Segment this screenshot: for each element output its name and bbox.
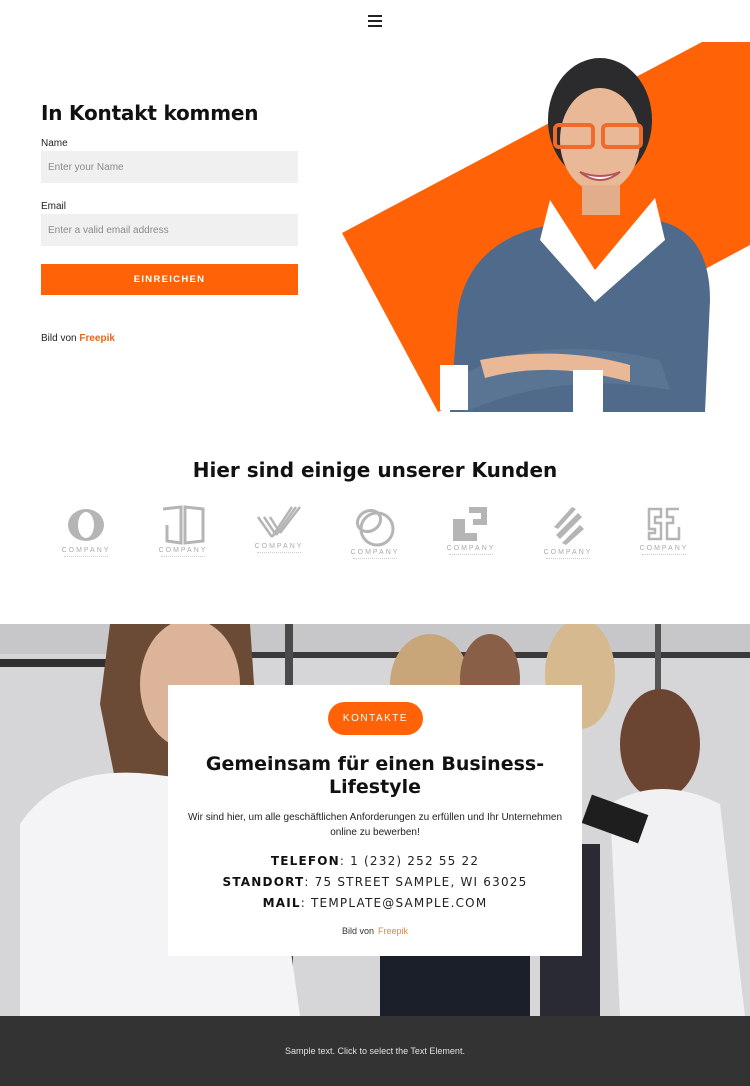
name-input[interactable] (41, 151, 298, 183)
location-label: STANDORT (222, 875, 305, 889)
email-label: Email (41, 201, 67, 212)
hero-illustration (342, 42, 750, 412)
open-book-logo-icon (162, 505, 205, 545)
hero-image (330, 40, 750, 415)
client-logo: COMPANY (538, 505, 598, 567)
client-logo: COMPANY (441, 505, 501, 567)
client-logo: COMPANY (56, 505, 116, 567)
oval-swoosh-logo-icon (68, 509, 104, 541)
client-logo: COMPANY (249, 505, 309, 567)
card-credit-prefix: Bild von (341, 926, 374, 936)
name-label: Name (41, 138, 68, 149)
email-input[interactable] (41, 214, 298, 246)
submit-button[interactable]: EINREICHEN (41, 264, 298, 295)
striped-v-logo-icon (256, 506, 301, 538)
card-freepik-link[interactable]: Freepik (378, 926, 408, 936)
card-image-credit: Bild von Freepik (168, 926, 582, 936)
header (0, 0, 750, 42)
clients-title: Hier sind einige unserer Kunden (192, 458, 558, 482)
card-title: Gemeinsam für einen Business-Lifestyle (205, 753, 545, 798)
phone-label: TELEFON (270, 854, 340, 868)
location-value: : 75 STREET SAMPLE, WI 63025 (304, 875, 528, 889)
image-credit: Bild von Freepik (41, 333, 115, 344)
phone-line: TELEFON: 1 (232) 252 55 22 (168, 854, 582, 868)
client-logo: COMPANY (345, 505, 405, 567)
mirrored-brackets-logo-icon (647, 507, 681, 541)
hamburger-menu-icon[interactable] (368, 15, 382, 27)
mail-label: MAIL (262, 896, 301, 910)
mail-line: MAIL: TEMPLATE@SAMPLE.COM (168, 896, 582, 910)
client-logo: COMPANY (153, 505, 213, 567)
client-logo: COMPANY (634, 505, 694, 567)
stepped-squares-logo-icon (453, 507, 487, 541)
client-logos: COMPANY COMPANY COMPANY COMPANY COMPANY … (50, 505, 710, 570)
phone-value: : 1 (232) 252 55 22 (339, 854, 480, 868)
contact-title: In Kontakt kommen (41, 101, 259, 125)
footer-text[interactable]: Sample text. Click to select the Text El… (0, 1046, 750, 1056)
credit-prefix: Bild von (41, 333, 77, 344)
diagonal-bars-logo-icon (554, 507, 584, 545)
interlocking-circles-logo-icon (355, 508, 395, 547)
mail-value: : TEMPLATE@SAMPLE.COM (300, 896, 488, 910)
footer: Sample text. Click to select the Text El… (0, 1016, 750, 1086)
freepik-link[interactable]: Freepik (79, 333, 115, 344)
card-description: Wir sind hier, um alle geschäftlichen An… (187, 812, 563, 838)
kontakte-button[interactable]: KONTAKTE (328, 702, 423, 735)
contact-card: KONTAKTE Gemeinsam für einen Business-Li… (168, 685, 582, 956)
location-line: STANDORT: 75 STREET SAMPLE, WI 63025 (168, 875, 582, 889)
